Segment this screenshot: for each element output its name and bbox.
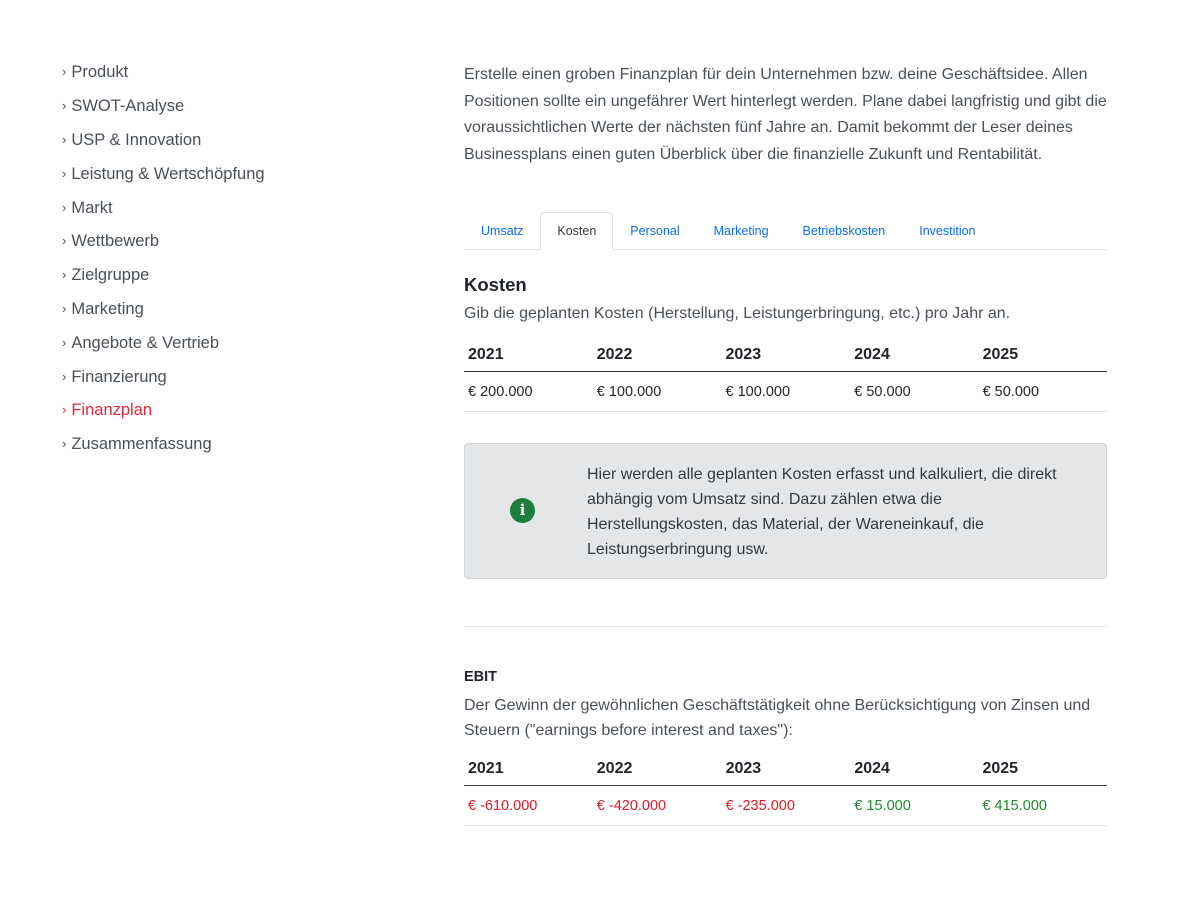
year-header: 2021 (464, 339, 593, 372)
tab-betriebskosten[interactable]: Betriebskosten (786, 212, 903, 248)
section-divider (464, 626, 1107, 627)
table-header-row: 2021 2022 2023 2024 2025 (464, 339, 1107, 372)
year-header: 2025 (978, 339, 1107, 372)
main-content: Erstelle einen groben Finanzplan für dei… (464, 62, 1107, 826)
kosten-value-cell[interactable]: € 100.000 (721, 371, 851, 412)
ebit-title: EBIT (464, 669, 498, 685)
year-header: 2021 (464, 753, 593, 786)
year-header: 2023 (721, 753, 851, 786)
tab-investition[interactable]: Investition (902, 212, 992, 248)
year-header: 2024 (850, 339, 979, 372)
year-header: 2024 (850, 753, 979, 786)
chevron-right-icon: › (62, 199, 67, 215)
sidebar-item-label: Finanzierung (71, 367, 167, 386)
chevron-right-icon: › (62, 300, 67, 316)
table-row: € -610.000 € -420.000 € -235.000 € 15.00… (464, 785, 1107, 826)
ebit-description: Der Gewinn der gewöhnlichen Geschäftstät… (464, 697, 1091, 739)
chevron-right-icon: › (62, 436, 67, 452)
tab-kosten[interactable]: Kosten (540, 212, 614, 250)
ebit-value-cell: € -235.000 (721, 785, 851, 826)
kosten-title: Kosten (464, 274, 527, 295)
tab-umsatz[interactable]: Umsatz (464, 212, 540, 248)
kosten-table: 2021 2022 2023 2024 2025 € 200.000 € 100… (464, 339, 1107, 412)
sidebar-item-label: Finanzplan (71, 401, 153, 420)
chevron-right-icon: › (62, 64, 67, 80)
sidebar-item-label: Leistung & Wertschöpfung (71, 164, 265, 183)
ebit-value-cell: € 415.000 (978, 785, 1107, 826)
sidebar-item-usp-innovation[interactable]: › USP & Innovation (62, 124, 362, 158)
info-circle-icon: i (510, 498, 535, 523)
sidebar-item-swot-analyse[interactable]: › SWOT-Analyse (62, 90, 362, 124)
sidebar-item-label: Wettbewerb (71, 232, 160, 251)
tab-bar: Umsatz Kosten Personal Marketing Betrieb… (464, 212, 1107, 250)
chevron-right-icon: › (62, 368, 67, 384)
chevron-right-icon: › (62, 402, 67, 418)
sidebar-item-label: Angebote & Vertrieb (71, 333, 220, 352)
sidebar-item-produkt[interactable]: › Produkt (62, 56, 362, 90)
ebit-value-cell: € 15.000 (850, 785, 979, 826)
ebit-value-cell: € -420.000 (592, 785, 722, 826)
chevron-right-icon: › (62, 98, 67, 114)
chevron-right-icon: › (62, 131, 67, 147)
year-header: 2025 (978, 753, 1107, 786)
sidebar-item-label: Zusammenfassung (71, 435, 212, 454)
info-box: i Hier werden alle geplanten Kosten erfa… (464, 443, 1107, 579)
kosten-value-cell[interactable]: € 100.000 (592, 371, 722, 412)
sidebar-item-label: SWOT-Analyse (71, 97, 185, 116)
year-header: 2022 (592, 753, 722, 786)
sidebar-item-label: Produkt (71, 63, 129, 82)
info-text: Hier werden alle geplanten Kosten erfass… (587, 466, 1057, 558)
sidebar-item-label: Zielgruppe (71, 266, 150, 285)
sidebar-item-label: USP & Innovation (71, 130, 202, 149)
kosten-value-cell[interactable]: € 50.000 (850, 371, 979, 412)
table-row: € 200.000 € 100.000 € 100.000 € 50.000 €… (464, 371, 1107, 412)
year-header: 2023 (721, 339, 851, 372)
sidebar-item-zusammenfassung[interactable]: › Zusammenfassung (62, 428, 362, 462)
sidebar-item-wettbewerb[interactable]: › Wettbewerb (62, 225, 362, 259)
ebit-table: 2021 2022 2023 2024 2025 € -610.000 € -4… (464, 753, 1107, 826)
chevron-right-icon: › (62, 334, 67, 350)
sidebar-item-markt[interactable]: › Markt (62, 191, 362, 225)
sidebar-item-leistung-wertschoepfung[interactable]: › Leistung & Wertschöpfung (62, 157, 362, 191)
sidebar-item-finanzplan[interactable]: › Finanzplan (62, 394, 362, 428)
ebit-value-cell: € -610.000 (464, 785, 593, 826)
sidebar-item-label: Markt (71, 198, 113, 217)
sidebar-item-zielgruppe[interactable]: › Zielgruppe (62, 259, 362, 293)
kosten-value-cell[interactable]: € 200.000 (464, 371, 593, 412)
sidebar-nav: › Produkt › SWOT-Analyse › USP & Innovat… (62, 56, 362, 462)
kosten-description: Gib die geplanten Kosten (Herstellung, L… (464, 305, 1011, 322)
chevron-right-icon: › (62, 233, 67, 249)
sidebar-item-angebote-vertrieb[interactable]: › Angebote & Vertrieb (62, 326, 362, 360)
tab-personal[interactable]: Personal (613, 212, 696, 248)
tab-marketing[interactable]: Marketing (697, 212, 786, 248)
sidebar-item-label: Marketing (71, 299, 144, 318)
kosten-value-cell[interactable]: € 50.000 (978, 371, 1107, 412)
sidebar-item-marketing[interactable]: › Marketing (62, 293, 362, 327)
table-header-row: 2021 2022 2023 2024 2025 (464, 753, 1107, 786)
chevron-right-icon: › (62, 267, 67, 283)
year-header: 2022 (592, 339, 722, 372)
sidebar-item-finanzierung[interactable]: › Finanzierung (62, 360, 362, 394)
intro-text: Erstelle einen groben Finanzplan für dei… (464, 66, 1107, 163)
chevron-right-icon: › (62, 165, 67, 181)
